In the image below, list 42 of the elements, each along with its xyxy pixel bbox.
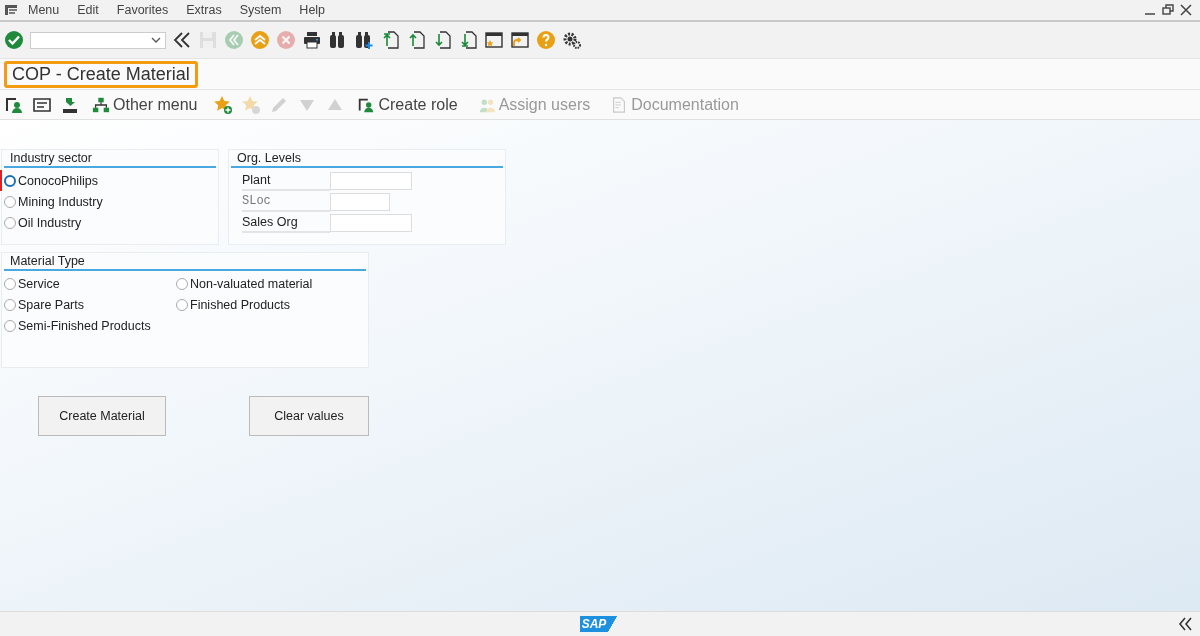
menu-item[interactable]: Favorites bbox=[116, 3, 169, 17]
radio-option[interactable]: Spare Parts bbox=[2, 294, 120, 315]
menu-icon[interactable] bbox=[4, 4, 18, 16]
menu-item[interactable]: Menu bbox=[28, 3, 60, 17]
last-page-icon[interactable] bbox=[458, 30, 478, 50]
printer-icon[interactable] bbox=[302, 30, 322, 50]
star-plus-icon[interactable] bbox=[213, 94, 234, 115]
double-chevron-icon[interactable] bbox=[1178, 617, 1194, 631]
push-button[interactable]: Clear values bbox=[249, 396, 369, 436]
menu-item[interactable]: Extras bbox=[186, 3, 222, 17]
radio-option[interactable]: Finished Products bbox=[174, 294, 327, 315]
input-field[interactable] bbox=[330, 213, 412, 232]
check-icon[interactable] bbox=[4, 30, 24, 50]
group-title: Material Type bbox=[4, 253, 366, 271]
menu-item[interactable]: Edit bbox=[77, 3, 99, 17]
screen-title: COP - Create Material bbox=[4, 60, 198, 88]
group-title: Industry sector bbox=[4, 150, 216, 168]
radio-option[interactable]: ConocoPhilips bbox=[0, 170, 134, 191]
input-field[interactable] bbox=[330, 192, 390, 211]
new-window-icon[interactable] bbox=[484, 30, 504, 50]
toolbar-button[interactable]: Other menu bbox=[88, 95, 206, 114]
push-button[interactable]: Create Material bbox=[38, 396, 166, 436]
hierarchy-icon bbox=[92, 95, 110, 114]
double-chevron-icon[interactable] bbox=[172, 30, 192, 50]
binoculars-plus-icon[interactable] bbox=[354, 30, 374, 50]
settings-icon[interactable] bbox=[562, 30, 582, 50]
radio-option[interactable]: Non-valuated material bbox=[174, 273, 349, 294]
toolbar-button[interactable]: Create role bbox=[353, 95, 466, 114]
radio-option[interactable]: Service bbox=[2, 273, 96, 294]
group-title: Org. Levels bbox=[231, 150, 503, 168]
menu-item[interactable]: Help bbox=[299, 3, 326, 17]
shortcut-icon[interactable] bbox=[510, 30, 530, 50]
next-page-icon[interactable] bbox=[432, 30, 452, 50]
radio-option[interactable]: Semi-Finished Products bbox=[2, 315, 187, 336]
command-field[interactable] bbox=[30, 31, 166, 49]
close-icon[interactable] bbox=[1180, 4, 1192, 16]
menu-item[interactable]: System bbox=[239, 3, 282, 17]
radio-option[interactable]: Mining Industry bbox=[2, 191, 139, 212]
input-field[interactable] bbox=[330, 171, 412, 190]
radio-option[interactable]: Oil Industry bbox=[2, 212, 118, 233]
dropdown-caret-icon[interactable] bbox=[151, 37, 161, 43]
restore-icon[interactable] bbox=[1162, 4, 1174, 16]
